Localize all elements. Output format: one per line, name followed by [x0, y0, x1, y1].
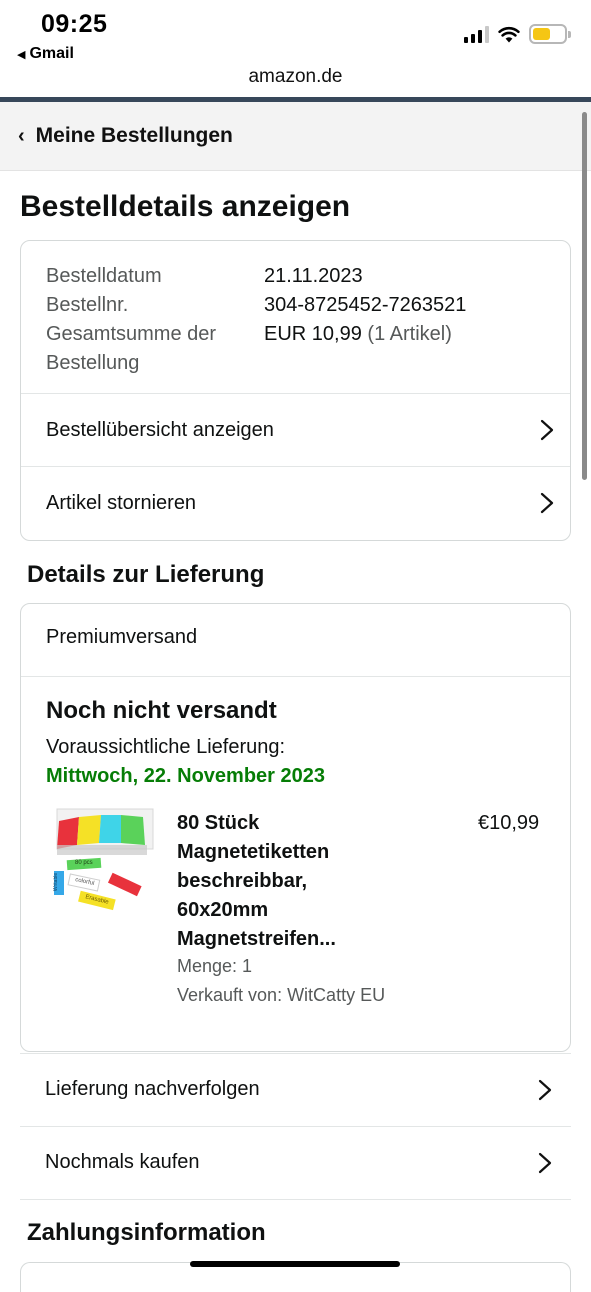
view-order-summary-label: Bestellübersicht anzeigen: [46, 418, 274, 441]
order-date-label: Bestelldatum: [46, 265, 162, 287]
wifi-icon: [498, 26, 520, 43]
scrollbar[interactable]: [582, 112, 587, 480]
chevron-right-icon: [540, 419, 554, 441]
order-summary-card: Bestelldatum 21.11.2023 Bestellnr. 304-8…: [20, 240, 571, 541]
expected-delivery-date: Mittwoch, 22. November 2023: [46, 765, 325, 787]
page-title: Bestelldetails anzeigen: [20, 190, 351, 223]
payment-heading: Zahlungsinformation: [27, 1219, 266, 1246]
divider: [21, 676, 570, 677]
cancel-items-link[interactable]: Artikel stornieren: [46, 467, 554, 539]
battery-icon: [529, 24, 571, 44]
chevron-right-icon: [540, 492, 554, 514]
expected-delivery-label: Voraussichtliche Lieferung:: [46, 736, 286, 758]
chevron-right-icon: [538, 1079, 552, 1101]
view-order-summary-link[interactable]: Bestellübersicht anzeigen: [46, 394, 554, 466]
back-app-label: Gmail: [29, 45, 74, 62]
order-total-label: Gesamtsumme der Bestellung: [46, 323, 217, 374]
order-total-value: EUR 10,99: [264, 323, 362, 345]
buy-again-label: Nochmals kaufen: [45, 1151, 200, 1173]
product-seller[interactable]: Verkauft von: WitCatty EU: [177, 985, 385, 1006]
back-navigation-bar[interactable]: ‹ Meine Bestellungen: [0, 102, 591, 171]
cancel-items-label: Artikel stornieren: [46, 491, 197, 514]
shipping-method: Premiumversand: [46, 626, 198, 648]
shipment-status: Noch nicht versandt: [46, 697, 277, 724]
chevron-left-icon: ‹: [18, 124, 25, 147]
track-package-link[interactable]: Lieferung nachverfolgen: [45, 1053, 552, 1126]
home-indicator[interactable]: [190, 1261, 400, 1267]
product-price: €10,99: [478, 812, 540, 834]
product-title[interactable]: 80 Stück Magnetetiketten beschreibbar, 6…: [177, 809, 377, 954]
product-image-label: 80 pcs: [75, 860, 93, 866]
buy-again-link[interactable]: Nochmals kaufen: [45, 1126, 552, 1199]
order-number-label: Bestellnr.: [46, 294, 129, 316]
back-to-app-link[interactable]: ◀ Gmail: [17, 45, 74, 63]
status-time: 09:25: [41, 10, 108, 38]
order-number-value: 304-8725452-7263521: [264, 294, 467, 316]
back-nav-label: Meine Bestellungen: [35, 124, 233, 147]
product-image[interactable]: 80 pcs colorful Erasable Writable: [51, 807, 155, 917]
cellular-signal-icon: [464, 25, 489, 43]
product-quantity: Menge: 1: [177, 956, 253, 976]
divider: [20, 1199, 571, 1200]
product-image-label: Writable: [53, 872, 60, 892]
track-package-label: Lieferung nachverfolgen: [45, 1078, 260, 1100]
back-triangle-icon: ◀: [17, 48, 26, 61]
chevron-right-icon: [538, 1152, 552, 1174]
order-info: Bestelldatum 21.11.2023 Bestellnr. 304-8…: [46, 262, 546, 378]
order-item-count: (1 Artikel): [367, 323, 452, 345]
delivery-heading: Details zur Lieferung: [27, 561, 265, 588]
order-total: EUR 10,99 (1 Artikel): [264, 320, 452, 378]
order-date-value: 21.11.2023: [264, 265, 363, 287]
status-icons: [464, 24, 571, 44]
address-bar-url[interactable]: amazon.de: [0, 66, 591, 88]
delivery-card: Premiumversand Noch nicht versandt Vorau…: [20, 603, 571, 1052]
